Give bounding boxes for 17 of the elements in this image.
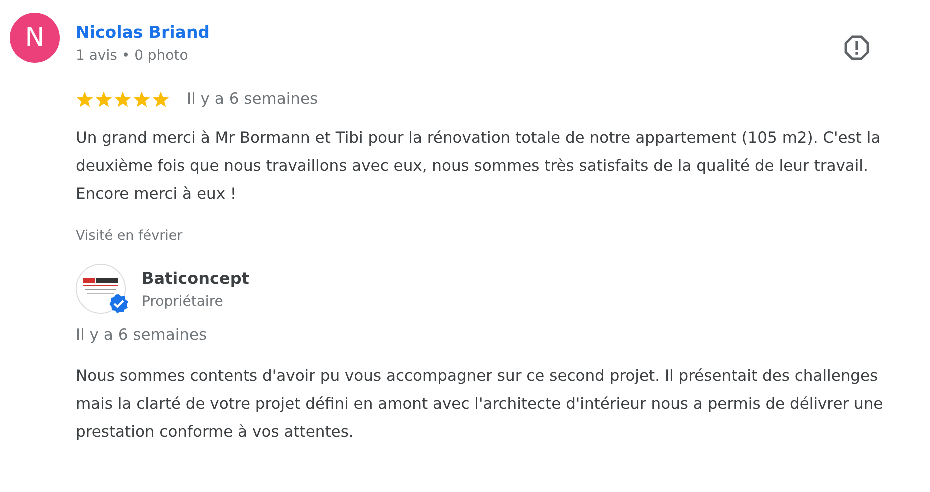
owner-role: Propriétaire: [142, 294, 224, 310]
reviewer-stats: 1 avis • 0 photo: [76, 48, 190, 64]
reply-text: Nous sommes contents d'avoir pu vous accompagner sur ce second projet. Il présentait des challenges mais la clarté de votre projet défini en amont avec l'architecte d'intérieur nous a permis de délivrer une prestation conforme à vos attentes.: [76, 366, 884, 443]
star-icon: [152, 90, 170, 108]
report-icon[interactable]: [844, 35, 870, 61]
star-icon: [95, 90, 113, 108]
star-icon: [76, 90, 94, 108]
review-text: Un grand merci à Mr Bormann et Tibi pour la rénovation totale de notre appartement (105 m2). C'est la deuxième fois que nous travaillons avec eux, nous sommes très satisfaits de la qualité de leur travail. Encore merci à eux !: [76, 128, 882, 205]
avatar[interactable]: N: [10, 13, 60, 63]
visit-date: Visité en février: [76, 228, 184, 244]
company-logo-icon: [76, 264, 126, 314]
reply-date: Il y a 6 semaines: [76, 326, 208, 344]
owner-name: Baticoncept: [142, 268, 250, 288]
star-icon: [114, 90, 132, 108]
star-icon: [133, 90, 151, 108]
review-date: Il y a 6 semaines: [187, 90, 318, 108]
reviewer-name-link[interactable]: Nicolas Briand: [76, 23, 210, 42]
